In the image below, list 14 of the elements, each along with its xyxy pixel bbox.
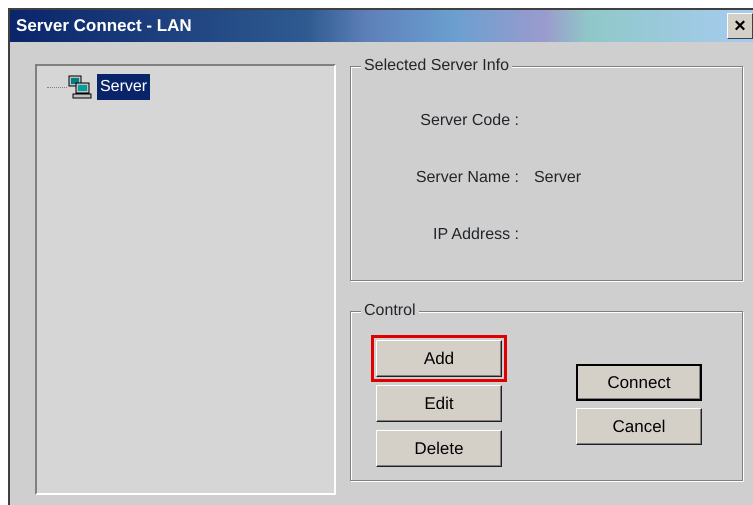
action-button[interactable]: Connect bbox=[576, 364, 702, 401]
field-label: Server Code : bbox=[419, 111, 519, 131]
field-label: IP Address : bbox=[432, 225, 519, 245]
action-button[interactable]: Add bbox=[376, 340, 502, 377]
tree-item[interactable]: Server bbox=[97, 74, 150, 100]
field-value: Server bbox=[534, 168, 582, 188]
action-button[interactable]: Cancel bbox=[576, 408, 702, 445]
tree-connector bbox=[47, 86, 67, 88]
close-button[interactable]: × bbox=[727, 13, 753, 39]
action-button[interactable]: Edit bbox=[376, 385, 502, 422]
window-title: Server Connect - LAN bbox=[16, 15, 192, 38]
computers-icon bbox=[67, 75, 93, 99]
field-label: Server Name : bbox=[414, 168, 519, 188]
action-button[interactable]: Delete bbox=[376, 430, 502, 467]
